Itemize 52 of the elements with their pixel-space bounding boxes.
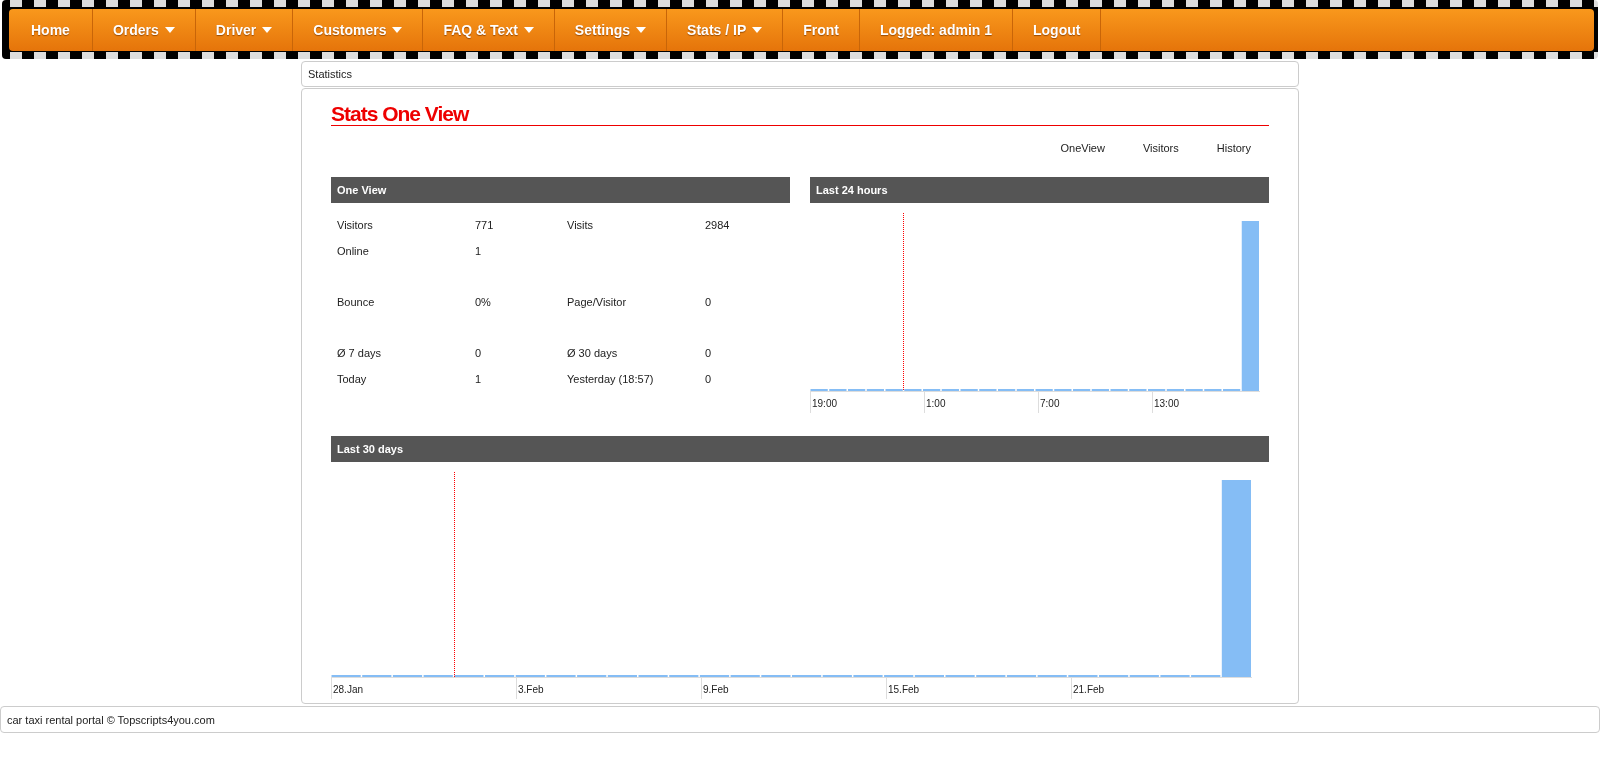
caret-icon xyxy=(164,26,175,33)
caret-icon xyxy=(523,26,534,33)
stat-label: Online xyxy=(337,244,370,259)
axis-label: 13:00 xyxy=(1152,392,1266,413)
nav-menu-item[interactable]: Home xyxy=(9,8,93,51)
axis-label: 7:00 xyxy=(1038,392,1152,413)
stat-label: Today xyxy=(337,372,368,387)
axis-label: 19:00 xyxy=(810,392,924,413)
stat-value: 0% xyxy=(475,295,492,310)
caret-icon xyxy=(392,26,403,33)
axis-label: 15.Feb xyxy=(886,678,1071,699)
nav-menu-item[interactable]: Front xyxy=(783,8,860,51)
stat-label: Bounce xyxy=(337,295,376,310)
nav-menu-item[interactable]: Settings xyxy=(554,8,668,51)
section-header: Last 30 days xyxy=(331,436,1269,462)
stat-label: Yesterday (18:57) xyxy=(567,373,654,385)
axis-label: 3.Feb xyxy=(516,678,701,699)
nav-menu-item[interactable]: Driver xyxy=(195,8,294,51)
stat-value: 2984 xyxy=(705,219,730,231)
nav-menu-item[interactable]: Stats / IP xyxy=(667,8,784,51)
page-title: Stats One View xyxy=(331,103,1269,126)
tab-link[interactable]: OneView xyxy=(1041,140,1124,164)
nav-menu-item[interactable]: Logged: admin 1 xyxy=(860,8,1013,51)
stat-label: Visitors xyxy=(337,218,374,233)
nav-menu-item[interactable]: FAQ & Text xyxy=(423,8,555,51)
stat-label: Ø 7 days xyxy=(337,346,383,361)
stat-value: 1 xyxy=(475,372,483,387)
tab-link[interactable]: History xyxy=(1197,140,1263,164)
axis-label: 9.Feb xyxy=(701,678,886,699)
section-header: One View xyxy=(331,177,790,203)
axis-label: 21.Feb xyxy=(1071,678,1256,699)
stat-value: 1 xyxy=(475,244,483,259)
stat-value: 0 xyxy=(705,373,712,385)
nav-menu-item[interactable]: Logout xyxy=(1013,8,1102,51)
nav-menu-item[interactable]: Orders xyxy=(92,8,196,51)
footer-text: car taxi rental portal © Topscripts4you.com xyxy=(7,713,215,726)
caret-icon xyxy=(752,26,763,33)
nav-menu-item[interactable]: Customers xyxy=(293,8,424,51)
axis-label: 28.Jan xyxy=(331,678,516,699)
stat-label: Ø 30 days xyxy=(567,347,618,359)
breadcrumb-text: Statistics xyxy=(308,68,352,80)
stat-value: 0 xyxy=(705,347,712,359)
stat-label: Visits xyxy=(567,219,594,231)
stat-value: 0 xyxy=(705,296,712,308)
stat-value: 0 xyxy=(475,346,483,361)
stat-value: 771 xyxy=(475,218,495,233)
caret-icon xyxy=(262,26,273,33)
tab-link[interactable]: Visitors xyxy=(1123,140,1198,164)
section-header: Last 24 hours xyxy=(810,177,1269,203)
axis-label: 1:00 xyxy=(924,392,1038,413)
caret-icon xyxy=(636,26,647,33)
stat-label: Page/Visitor xyxy=(567,296,627,308)
